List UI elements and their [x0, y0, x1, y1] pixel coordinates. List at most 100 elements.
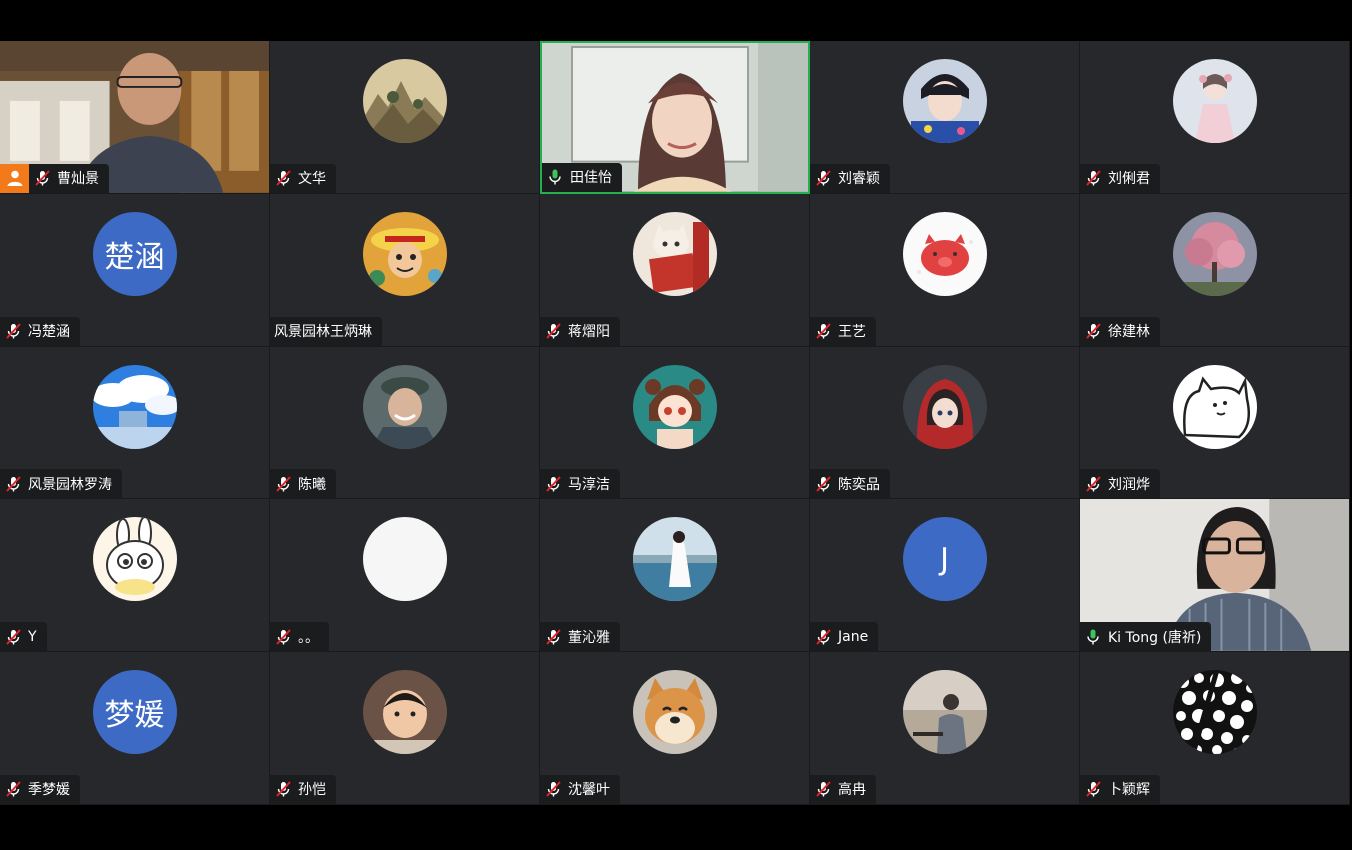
participant-tile[interactable]: 沈馨叶 — [540, 652, 810, 805]
participant-name: 曹灿景 — [57, 171, 99, 188]
name-label-bar: 陈曦 — [270, 469, 336, 499]
mic-muted-icon — [274, 169, 292, 187]
name-label-bar: 风景园林罗涛 — [0, 469, 122, 499]
participant-tile[interactable]: 卜颖辉 — [1080, 652, 1350, 805]
mic-muted-icon — [1084, 169, 1102, 187]
participant-name: 风景园林王炳琳 — [274, 324, 372, 341]
mic-muted-icon — [274, 475, 292, 493]
avatar — [902, 59, 987, 143]
participant-tile[interactable]: Y — [0, 499, 270, 653]
mic-muted-icon — [814, 475, 832, 493]
avatar-initials: J — [902, 517, 987, 602]
avatar — [902, 211, 987, 296]
avatar-initials: 楚涵 — [92, 211, 177, 296]
name-label-bar: 刘睿颖 — [810, 163, 890, 193]
name-label-bar: Y — [0, 622, 47, 652]
participant-tile[interactable]: 孙恺 — [270, 652, 540, 805]
avatar — [362, 59, 447, 143]
name-label-bar: 董沁雅 — [540, 622, 620, 652]
participant-tile[interactable]: 马淳洁 — [540, 346, 810, 500]
participant-tile[interactable]: 陈曦 — [270, 346, 540, 500]
participant-name: 董沁雅 — [568, 629, 610, 646]
avatar — [92, 517, 177, 602]
participant-tile[interactable]: 曹灿景 — [0, 41, 270, 194]
participant-tile[interactable]: 风景园林王炳琳 — [270, 193, 540, 347]
name-label-bar: 马淳洁 — [540, 469, 620, 499]
participant-tile[interactable]: 风景园林罗涛 — [0, 346, 270, 500]
participant-tile[interactable]: 刘润烨 — [1080, 346, 1350, 500]
mic-muted-icon — [33, 169, 51, 187]
participant-name: Ki Tong (唐祈) — [1108, 629, 1202, 646]
name-label-bar: 刘润烨 — [1080, 469, 1160, 499]
participant-name: Y — [28, 628, 37, 645]
participant-tile[interactable]: 蒋熠阳 — [540, 193, 810, 347]
participant-tile[interactable]: 刘睿颖 — [810, 41, 1080, 194]
name-label-bar: 季梦媛 — [0, 774, 80, 804]
participant-name: 王艺 — [838, 324, 866, 341]
participant-name: 季梦媛 — [28, 782, 70, 799]
mic-muted-icon — [1084, 322, 1102, 340]
participant-name: 风景园林罗涛 — [28, 476, 112, 493]
participant-tile[interactable]: 梦媛 季梦媛 — [0, 652, 270, 805]
mic-muted-icon — [544, 475, 562, 493]
avatar-initials: 梦媛 — [92, 670, 177, 755]
participant-name: 徐建林 — [1108, 324, 1150, 341]
name-label-bar: 曹灿景 — [29, 163, 109, 193]
participant-name: 刘润烨 — [1108, 476, 1150, 493]
participant-tile[interactable]: 高冉 — [810, 652, 1080, 805]
mic-muted-icon — [814, 780, 832, 798]
participant-tile[interactable]: 。。 — [270, 499, 540, 653]
avatar — [92, 364, 177, 449]
avatar — [902, 670, 987, 755]
participant-name: 刘俐君 — [1108, 171, 1150, 188]
name-label-bar: 卜颖辉 — [1080, 774, 1160, 804]
avatar — [362, 211, 447, 296]
participant-tile[interactable]: J Jane — [810, 499, 1080, 653]
participant-tile[interactable]: 王艺 — [810, 193, 1080, 347]
participant-tile[interactable]: Ki Tong (唐祈) — [1080, 499, 1350, 653]
mic-muted-icon — [4, 628, 22, 646]
name-label-bar: 孙恺 — [270, 774, 336, 804]
name-label-bar: 文华 — [270, 163, 336, 193]
participant-name: 冯楚涵 — [28, 324, 70, 341]
participant-tile[interactable]: 文华 — [270, 41, 540, 194]
name-label-bar: 蒋熠阳 — [540, 316, 620, 346]
avatar — [632, 517, 717, 602]
name-label-bar: Jane — [810, 622, 879, 652]
name-label-bar: 王艺 — [810, 316, 876, 346]
avatar — [1172, 211, 1257, 296]
mic-muted-icon — [544, 322, 562, 340]
mic-on-icon — [1084, 628, 1102, 646]
participant-name: 刘睿颖 — [838, 171, 880, 188]
participant-name: Jane — [838, 628, 869, 645]
name-label-bar: 沈馨叶 — [540, 774, 620, 804]
participant-tile[interactable]: 徐建林 — [1080, 193, 1350, 347]
participant-name: 文华 — [298, 171, 326, 188]
participant-name: 孙恺 — [298, 782, 326, 799]
participant-tile[interactable]: 楚涵 冯楚涵 — [0, 193, 270, 347]
participant-tile[interactable]: 陈奕品 — [810, 346, 1080, 500]
mic-muted-icon — [4, 475, 22, 493]
participant-name: 田佳怡 — [570, 170, 612, 187]
avatar — [362, 670, 447, 755]
participant-grid: 曹灿景 文华 田佳怡 刘睿颖 刘俐君 楚涵 冯楚涵 风景园林王炳琳 蒋熠阳 王艺… — [0, 41, 1350, 805]
name-label-bar: 徐建林 — [1080, 316, 1160, 346]
mic-muted-icon — [274, 628, 292, 646]
name-label-bar: 陈奕品 — [810, 469, 890, 499]
avatar — [632, 364, 717, 449]
participant-tile[interactable]: 董沁雅 — [540, 499, 810, 653]
mic-muted-icon — [1084, 475, 1102, 493]
participant-tile[interactable]: 刘俐君 — [1080, 41, 1350, 194]
mic-muted-icon — [814, 169, 832, 187]
participant-name: 卜颖辉 — [1108, 782, 1150, 799]
name-label-bar: 冯楚涵 — [0, 316, 80, 346]
name-label-bar: 。。 — [270, 622, 329, 652]
name-label-bar: 高冉 — [810, 774, 876, 804]
name-label-bar: Ki Tong (唐祈) — [1080, 622, 1212, 652]
participant-tile[interactable]: 田佳怡 — [540, 41, 810, 194]
name-label-bar: 田佳怡 — [542, 162, 622, 192]
mic-muted-icon — [4, 322, 22, 340]
avatar — [1172, 59, 1257, 143]
avatar — [632, 211, 717, 296]
participant-name: 陈曦 — [298, 476, 326, 493]
